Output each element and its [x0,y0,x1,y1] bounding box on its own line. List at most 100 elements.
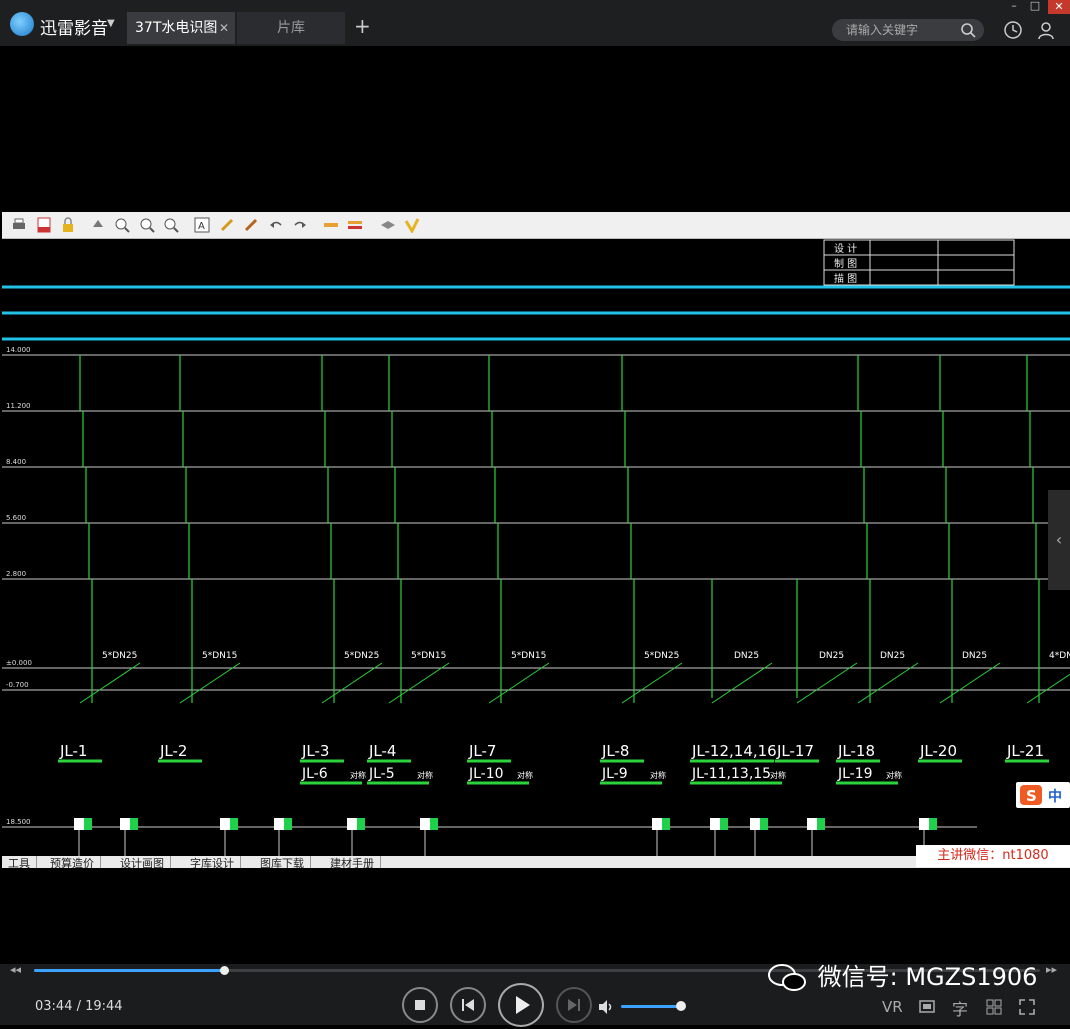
stop-button[interactable] [402,987,438,1023]
previous-icon [462,999,474,1011]
riser-sub-label: JL-11,13,15 [691,766,771,782]
riser-diagram: 5*DN25 JL-8 JL-9 对称 [600,355,683,785]
play-button[interactable] [498,983,544,1027]
redo-icon [294,221,306,228]
riser-branch [857,662,919,704]
maximize-button[interactable]: □ [1026,0,1044,14]
wechat-watermark: 微信号: MGZS1906 [766,957,1037,994]
screenshot-icon[interactable] [918,998,936,1016]
tab-label: 片库 [277,20,305,36]
wechat-watermark-text: 微信号: MGZS1906 [817,963,1038,991]
riser-label: JL-17 [776,742,814,760]
tab-library[interactable]: 片库 [237,12,345,44]
cad-tab: 建材手册 [324,856,381,868]
svg-text:A: A [198,221,205,232]
riser-label: JL-2 [159,742,187,760]
time-display: 03:44 / 19:44 [35,999,123,1014]
riser-branch [388,662,450,704]
riser-branch [179,662,241,704]
riser-pipe [488,355,502,703]
rewind-icon[interactable]: ◂◂ [10,963,21,976]
fullscreen-icon[interactable] [1018,998,1036,1016]
riser-note: DN25 [880,651,905,661]
volume-handle[interactable] [676,1001,686,1011]
forward-icon[interactable]: ▸▸ [1046,963,1057,976]
cad-tab: 工具 [2,856,37,868]
fixture-symbol [807,818,817,830]
riser-diagram: 5*DN25 JL-3 JL-6 对称 [300,355,383,785]
riser-label: JL-3 [301,742,329,760]
fixture-symbol [74,818,84,830]
measure-icon [324,223,338,227]
history-icon[interactable] [1003,20,1023,40]
tab-close-icon[interactable]: ✕ [219,12,229,44]
next-button[interactable] [556,987,592,1023]
riser-sub-note: 对称 [650,770,666,780]
riser-branch [79,662,141,704]
elevation-label: 11.200 [6,402,31,410]
side-panel-toggle[interactable]: ‹ [1048,490,1070,590]
riser-branch [621,662,683,704]
riser-sub-label: JL-5 [368,766,395,782]
riser-pipe [939,355,953,703]
riser-label: JL-1 [59,742,87,760]
cad-drawing: 设 计 制 图 描 图 14.000 11.200 8.400 5.600 2.800 ±… [2,239,1070,856]
volume-slider[interactable] [621,1005,683,1008]
fixture-valve [720,818,728,830]
tab-active[interactable]: 37T水电识图 ✕ [127,12,235,44]
pan-icon [93,220,103,227]
riser-label: JL-21 [1006,742,1044,760]
subtitle-button[interactable]: 字 [952,996,968,1020]
riser-note: DN25 [962,651,987,661]
fixture-symbol [347,818,357,830]
riser-sub-label: JL-10 [468,766,504,782]
elevation-label: ±0.000 [6,659,32,667]
ime-badge[interactable]: S 中 [1016,782,1070,808]
riser-pipe [388,355,402,703]
cad-bottom-tabs: 工具 预算造价 设计画图 字库设计 图库下载 建材手册 [2,856,1070,868]
cad-toolbar: A [2,212,1070,239]
riser-diagram: DN25 JL-17 [775,579,858,763]
riser-note: DN25 [734,651,759,661]
riser-label: JL-8 [601,742,629,760]
riser-branch [488,662,550,704]
riser-diagram: DN25 JL-12,14,16 JL-11,13,15对称 [690,579,786,785]
wechat-icon [768,964,806,991]
riser-note: 4*DN2 [1049,651,1070,661]
app-logo-icon[interactable] [10,12,34,36]
riser-diagram: 5*DN15 JL-7 JL-10 对称 [467,355,550,785]
ime-label: 中 [1048,789,1062,805]
elevation-label: -0.700 [6,681,29,689]
zoom-in-icon [115,218,130,233]
fixture-symbol [220,818,230,830]
progress-fill [34,969,225,972]
close-button[interactable]: ✕ [1048,0,1070,14]
measure-area-icon [348,221,362,229]
app-menu-caret-icon[interactable]: ▼ [107,18,115,29]
volume-icon[interactable] [597,998,615,1016]
undo-icon [270,221,282,228]
elevation-label: 14.000 [6,346,31,354]
grid-icon[interactable] [985,998,1003,1016]
user-icon[interactable] [1036,20,1056,40]
new-tab-icon[interactable]: + [354,14,371,38]
stop-icon [415,1000,425,1010]
vr-button[interactable]: VR [882,998,903,1016]
fixture-symbol [420,818,430,830]
elevation-label: 8.400 [6,458,26,466]
riser-note: 5*DN25 [344,651,379,661]
riser-diagram: DN25 JL-20 [918,355,1001,763]
minimize-button[interactable]: – [1005,0,1023,14]
riser-sub-note: 对称 [517,770,533,780]
riser-label: JL-12,14,16 [691,742,777,760]
riser-sub-note: 对称 [770,770,786,780]
riser-diagram: 5*DN15 JL-4 JL-5 对称 [367,355,450,785]
app-name[interactable]: 迅雷影音 [40,14,108,39]
riser-label: JL-7 [468,742,496,760]
riser-pipe [1026,355,1040,703]
search-icon[interactable] [960,22,976,38]
brush-icon [244,218,258,232]
riser-sub-label: JL-6 [301,766,328,782]
fixture-valve [84,818,92,830]
previous-button[interactable] [450,987,486,1023]
